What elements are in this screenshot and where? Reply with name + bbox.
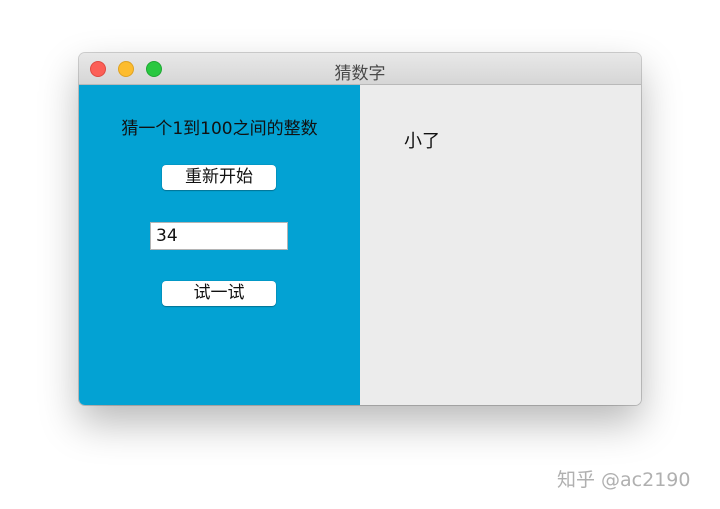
prompt-label: 猜一个1到100之间的整数 (121, 119, 318, 139)
watermark-text: 知乎 @ac2190 (557, 469, 691, 491)
right-panel: 小了 (360, 85, 641, 405)
guess-input[interactable] (150, 222, 288, 250)
app-window: 猜数字 猜一个1到100之间的整数 重新开始 试一试 小了 (79, 53, 641, 405)
restart-button[interactable]: 重新开始 (162, 165, 276, 190)
window-title: 猜数字 (334, 64, 386, 84)
left-panel: 猜一个1到100之间的整数 重新开始 试一试 (79, 85, 360, 405)
title-bar[interactable]: 猜数字 (79, 53, 641, 85)
try-button[interactable]: 试一试 (162, 281, 276, 306)
result-label: 小了 (404, 131, 440, 152)
